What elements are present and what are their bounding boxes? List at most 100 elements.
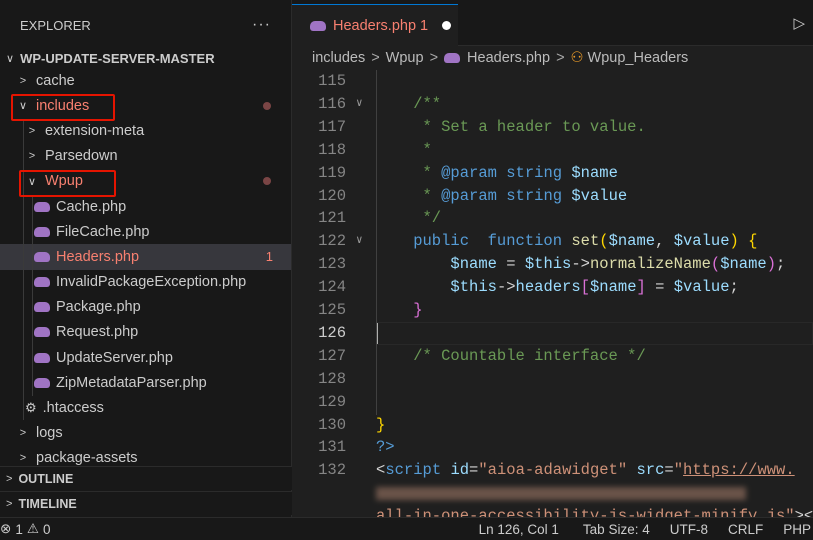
code-line[interactable]: 126 [292, 321, 813, 345]
breadcrumb-file[interactable]: Headers.php [467, 50, 550, 66]
line-number: 116 [318, 94, 346, 113]
tab-size[interactable]: Tab Size: 4 [583, 522, 650, 537]
modified-dot-icon [263, 177, 271, 186]
php-file-icon [34, 201, 50, 212]
php-file-icon [310, 20, 326, 31]
line-number: 124 [318, 278, 346, 297]
code-line[interactable]: 123 $name = $this->normalizeName($name); [292, 253, 813, 276]
cursor-position[interactable]: Ln 126, Col 1 [479, 522, 559, 537]
outline-panel[interactable]: > OUTLINE [0, 466, 292, 490]
code-line[interactable]: 122 ∨ public function set($name, $value) … [292, 230, 813, 253]
code-line[interactable]: 128 [292, 368, 813, 391]
problems-indicator[interactable]: ⊗ 1 ⚠ 0 [0, 521, 50, 537]
tab-headers-php[interactable]: Headers.php 1 [292, 4, 458, 46]
code-token: ( [599, 232, 609, 251]
code-token: * [376, 163, 442, 182]
language-mode[interactable]: PHP [783, 522, 811, 537]
line-number: 131 [318, 438, 346, 457]
code-token: -> [496, 278, 516, 297]
code-text: public function set($name, $value) { [376, 230, 757, 253]
code-line[interactable]: 131 ?> [292, 436, 813, 459]
code-token: @param [441, 163, 497, 182]
code-text: /** [376, 93, 441, 116]
chevron-right-icon: > [371, 50, 380, 66]
warning-icon: ⚠ [26, 521, 39, 536]
chevron-right-icon: > [19, 427, 27, 440]
code-line[interactable]: 117 * Set a header to value. [292, 116, 813, 139]
tree-item[interactable]: Request.php [0, 320, 291, 345]
tree-item[interactable]: > extension-meta [0, 118, 291, 143]
code-line[interactable]: 129 [292, 391, 813, 414]
tree-item[interactable]: FileCache.php [0, 219, 291, 244]
code-token: string [506, 163, 563, 182]
code-line[interactable]: 116 ∨ /** [292, 93, 813, 116]
code-line[interactable] [292, 482, 813, 505]
tree-item[interactable]: UpdateServer.php [0, 345, 291, 370]
tree-item[interactable]: Headers.php 1 [0, 244, 291, 270]
code-line[interactable]: all-in-one-accessibility-js-widget-minif… [292, 505, 813, 517]
breadcrumb-class[interactable]: Wpup_Headers [588, 50, 689, 66]
tree-item[interactable]: > cache [0, 68, 291, 93]
code-token: ( [710, 255, 721, 274]
warning-count: 0 [42, 521, 51, 537]
fold-chevron-icon[interactable]: ∨ [356, 93, 363, 116]
code-line[interactable]: 124 $this->headers[$name] = $value; [292, 276, 813, 299]
code-line[interactable]: 120 * @param string $value [292, 185, 813, 208]
code-token: = [664, 461, 674, 480]
tree-item[interactable]: ⚙ .htaccess [0, 395, 291, 420]
tree-item-label: Package.php [56, 299, 141, 316]
code-line[interactable]: 119 * @param string $name [292, 162, 813, 185]
code-token: = [496, 255, 525, 274]
code-line[interactable]: 130} [292, 414, 813, 437]
code-token: function [487, 232, 563, 251]
timeline-panel[interactable]: > TIMELINE [0, 491, 292, 515]
code-line[interactable]: 125 } [292, 299, 813, 322]
current-line-highlight [376, 321, 813, 345]
more-actions-icon[interactable]: ··· [252, 16, 271, 34]
run-icon[interactable]: ▷ [793, 14, 805, 32]
code-token: ) [766, 255, 777, 274]
code-line[interactable]: 132 <script id="aioa-adawidget" src="http… [292, 459, 813, 482]
unsaved-dot-icon[interactable] [442, 21, 452, 30]
code-line[interactable]: 121 */ [292, 207, 813, 230]
code-token: ) [729, 232, 739, 251]
tree-item[interactable]: > Parsedown [0, 144, 291, 169]
tree-item-label: FileCache.php [56, 223, 150, 240]
code-text: * [376, 139, 432, 162]
tree-item[interactable]: Cache.php [0, 194, 291, 219]
code-line[interactable]: 118 * [292, 139, 813, 162]
code-token: ></ [794, 507, 813, 517]
code-token: = [469, 461, 479, 480]
code-editor[interactable]: 115 116 ∨ /** 117 * Set a header to value. 1… [292, 70, 813, 517]
workspace-root[interactable]: ∨ WP-UPDATE-SERVER-MASTER [0, 48, 291, 68]
breadcrumb-includes[interactable]: includes [312, 50, 365, 66]
tree-item-label: Cache.php [56, 198, 127, 215]
line-number: 125 [318, 301, 346, 319]
code-line[interactable]: 115 [292, 70, 813, 93]
code-text: <script id="aioa-adawidget" src="https:/… [376, 459, 795, 482]
fold-chevron-icon[interactable]: ∨ [356, 230, 363, 253]
code-token: ?> [376, 438, 395, 457]
tree-item[interactable]: > logs [0, 421, 291, 446]
code-token: /* Countable interface */ [376, 346, 646, 365]
encoding[interactable]: UTF-8 [670, 522, 708, 537]
tree-item-label: ZipMetadataParser.php [56, 374, 207, 391]
code-token: $value [571, 186, 628, 205]
tree-item[interactable]: ZipMetadataParser.php [0, 370, 291, 395]
code-text: ?> [376, 436, 395, 459]
chevron-right-icon: > [6, 497, 13, 510]
code-token: /** [376, 94, 442, 113]
breadcrumb-wpup[interactable]: Wpup [386, 50, 424, 66]
indent-guide [32, 196, 33, 396]
line-ending[interactable]: CRLF [728, 522, 763, 537]
tree-item[interactable]: InvalidPackageException.php [0, 270, 291, 295]
chevron-right-icon: > [429, 50, 439, 66]
code-token: , [655, 232, 674, 251]
code-line[interactable]: 127 /* Countable interface */ [292, 345, 813, 368]
code-token: id [450, 461, 470, 480]
code-token: $value [673, 232, 730, 251]
tree-item[interactable]: Package.php [0, 295, 291, 320]
code-token: * [376, 186, 442, 205]
